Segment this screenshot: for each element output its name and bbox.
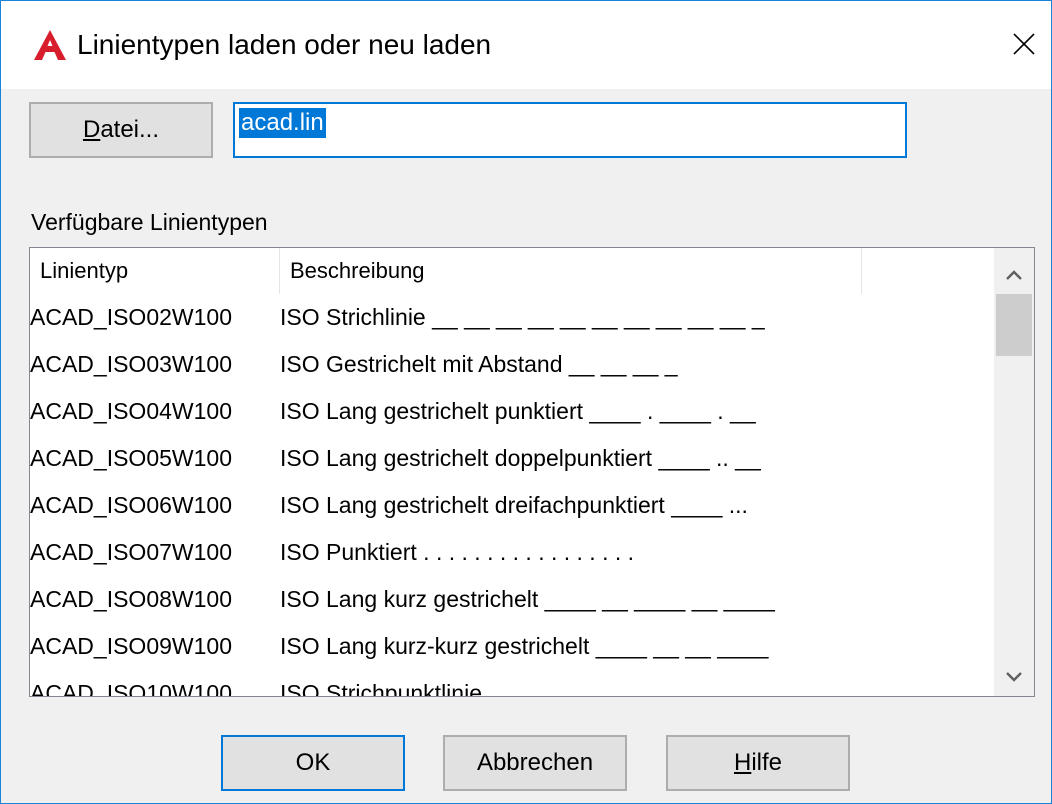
linetype-list[interactable]: Linientyp Beschreibung ACAD_ISO02W100 ISO…: [29, 247, 1035, 697]
ok-button[interactable]: OK: [221, 735, 405, 791]
help-button-label: Hilfe: [733, 749, 783, 776]
cancel-button-label: Abbrechen: [476, 749, 594, 776]
chevron-down-icon: [1006, 672, 1022, 682]
scroll-up-button[interactable]: [994, 256, 1034, 294]
list-row[interactable]: ACAD_ISO06W100 ISO Lang gestrichelt dreif…: [30, 482, 994, 529]
vertical-scrollbar[interactable]: [994, 248, 1034, 696]
row-linetype: ACAD_ISO06W100: [30, 492, 232, 518]
row-linetype: ACAD_ISO02W100: [30, 304, 232, 330]
ok-button-label: OK: [295, 749, 331, 776]
list-rows: ACAD_ISO02W100 ISO Strichlinie __ __ __ _…: [30, 294, 994, 697]
row-description: ISO Lang gestrichelt dreifachpunktiert _…: [280, 492, 748, 518]
scroll-down-button[interactable]: [994, 658, 1034, 696]
list-row[interactable]: ACAD_ISO09W100 ISO Lang kurz-kurz gestric…: [30, 623, 994, 670]
file-name-input[interactable]: acad.lin: [233, 102, 907, 158]
list-row[interactable]: ACAD_ISO05W100 ISO Lang gestrichelt doppe…: [30, 435, 994, 482]
row-linetype: ACAD_ISO04W100: [30, 398, 232, 424]
file-name-value: acad.lin: [239, 108, 326, 138]
list-row[interactable]: ACAD_ISO04W100 ISO Lang gestrichelt punkt…: [30, 388, 994, 435]
title-bar[interactable]: Linientypen laden oder neu laden: [1, 1, 1051, 89]
list-row[interactable]: ACAD_ISO08W100 ISO Lang kurz gestrichelt …: [30, 576, 994, 623]
row-linetype: ACAD_ISO05W100: [30, 445, 232, 471]
column-header-description[interactable]: Beschreibung: [280, 248, 862, 294]
file-button[interactable]: Datei...: [29, 102, 213, 158]
row-linetype: ACAD_ISO07W100: [30, 539, 232, 565]
chevron-up-icon: [1006, 270, 1022, 280]
list-row[interactable]: ACAD_ISO10W100 ISO Strichpunktlinie: [30, 670, 994, 697]
row-description: ISO Strichpunktlinie: [280, 680, 482, 697]
row-description: ISO Lang kurz gestrichelt ____ __ ____ _…: [280, 586, 775, 612]
row-linetype: ACAD_ISO10W100: [30, 680, 232, 697]
scroll-thumb[interactable]: [996, 294, 1032, 356]
list-header: Linientyp Beschreibung: [30, 248, 1000, 294]
row-description: ISO Gestrichelt mit Abstand __ __ __ _: [280, 351, 678, 377]
close-button[interactable]: [997, 17, 1051, 71]
row-description: ISO Punktiert . . . . . . . . . . . . . …: [280, 539, 635, 565]
dialog-title: Linientypen laden oder neu laden: [77, 29, 492, 60]
help-button[interactable]: Hilfe: [666, 735, 850, 791]
row-description: ISO Lang gestrichelt doppelpunktiert ___…: [280, 445, 761, 471]
autocad-logo-icon: [34, 30, 66, 60]
close-icon: [1013, 33, 1035, 55]
dialog-window: Linientypen laden oder neu laden Datei..…: [0, 0, 1052, 804]
column-header-linetype[interactable]: Linientyp: [30, 248, 280, 294]
row-linetype: ACAD_ISO09W100: [30, 633, 232, 659]
list-row[interactable]: ACAD_ISO02W100 ISO Strichlinie __ __ __ _…: [30, 294, 994, 341]
row-description: ISO Strichlinie __ __ __ __ __ __ __ __ …: [280, 304, 765, 330]
row-linetype: ACAD_ISO08W100: [30, 586, 232, 612]
list-row[interactable]: ACAD_ISO03W100 ISO Gestrichelt mit Abstan…: [30, 341, 994, 388]
file-button-label: Datei...: [82, 116, 160, 143]
row-description: ISO Lang kurz-kurz gestrichelt ____ __ _…: [280, 633, 769, 659]
cancel-button[interactable]: Abbrechen: [443, 735, 627, 791]
list-row[interactable]: ACAD_ISO07W100 ISO Punktiert . . . . . . …: [30, 529, 994, 576]
row-linetype: ACAD_ISO03W100: [30, 351, 232, 377]
available-linetypes-label: Verfügbare Linientypen: [31, 209, 268, 235]
row-description: ISO Lang gestrichelt punktiert ____ . __…: [280, 398, 756, 424]
